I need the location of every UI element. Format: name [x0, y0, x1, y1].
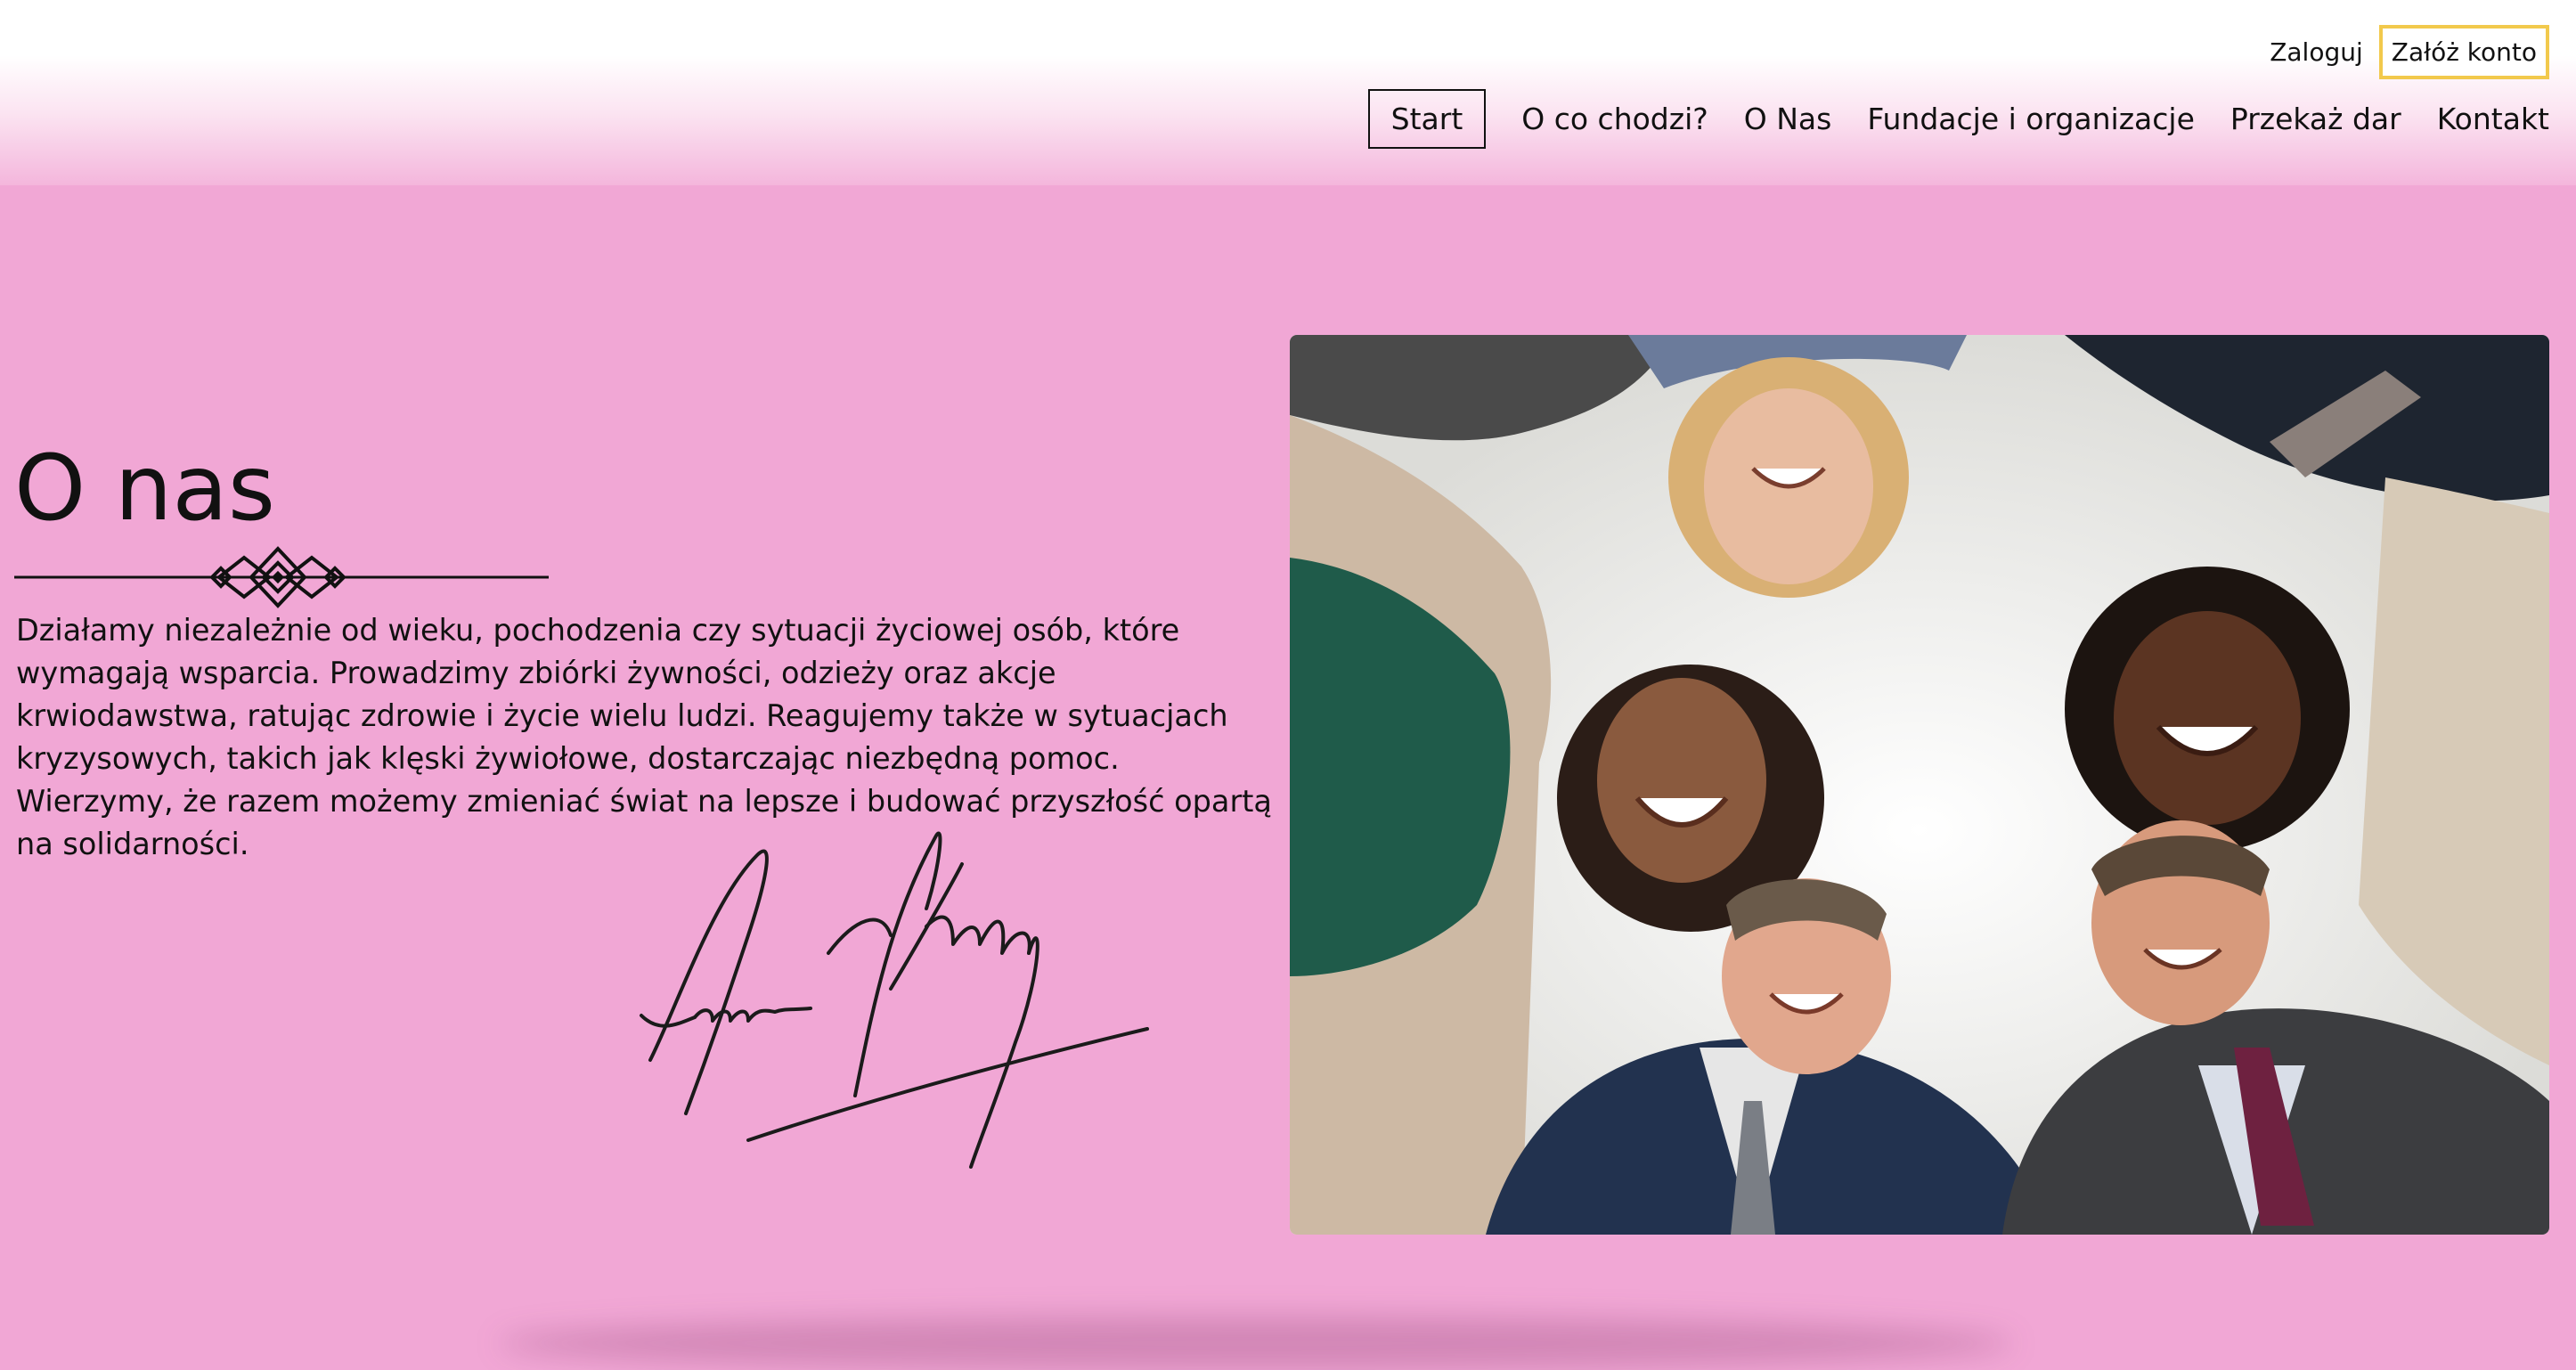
about-title: O nas	[14, 436, 276, 542]
auth-links: Zaloguj Załóż konto	[2270, 25, 2549, 79]
nav-o-nas[interactable]: O Nas	[1744, 91, 1832, 147]
nav-kontakt[interactable]: Kontakt	[2437, 91, 2549, 147]
nav-o-co-chodzi[interactable]: O co chodzi?	[1521, 91, 1708, 147]
team-huddle-photo	[1290, 335, 2549, 1235]
nav-przekaz-dar[interactable]: Przekaż dar	[2230, 91, 2401, 147]
login-link[interactable]: Zaloguj	[2270, 32, 2363, 72]
page-header: Zaloguj Załóż konto Start O co chodzi? O…	[0, 0, 2576, 185]
main-nav: Start O co chodzi? O Nas Fundacje i orga…	[1367, 89, 2549, 149]
register-button[interactable]: Załóż konto	[2378, 25, 2549, 79]
nav-start[interactable]: Start	[1367, 89, 1487, 149]
section-bottom-shadow	[499, 1317, 2013, 1370]
signature-image	[640, 831, 1149, 1169]
nav-fundacje[interactable]: Fundacje i organizacje	[1867, 91, 2195, 147]
ornament-divider-icon	[14, 546, 549, 608]
